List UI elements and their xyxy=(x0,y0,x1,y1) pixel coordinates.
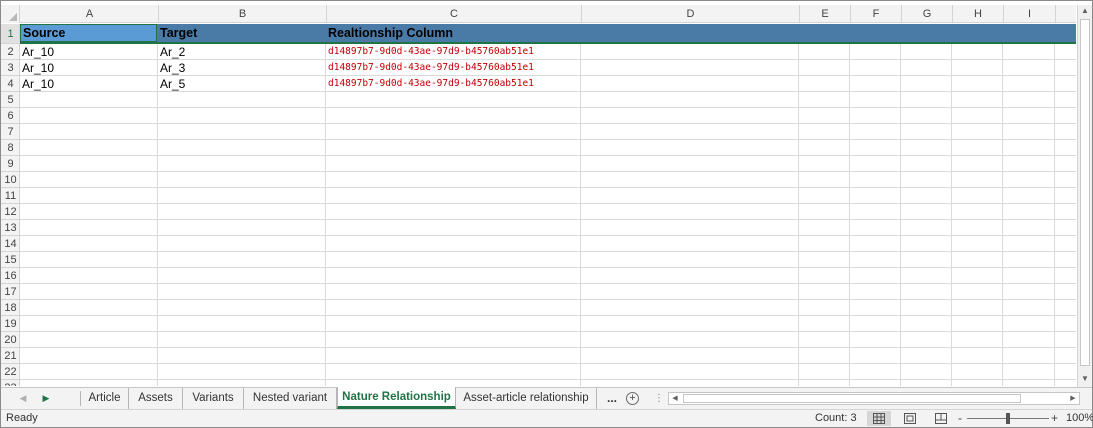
row-header-15[interactable]: 15 xyxy=(1,252,19,268)
cell-b4[interactable]: Ar_5 xyxy=(160,76,323,92)
cell-a2[interactable]: Ar_10 xyxy=(22,44,156,60)
cell-grid[interactable]: Source Target Realtionship Column Ar_10 … xyxy=(20,24,1076,386)
sheet-tab-bar: ◀ ▶ Article Assets Variants Nested varia… xyxy=(1,387,1092,409)
row-header-19[interactable]: 19 xyxy=(1,316,19,332)
row-header-23[interactable]: 23 xyxy=(1,380,19,386)
select-all-button[interactable] xyxy=(1,5,20,23)
column-header-h[interactable]: H xyxy=(953,5,1004,23)
cell-a1[interactable]: Source xyxy=(23,25,155,42)
row-header-10[interactable]: 10 xyxy=(1,172,19,188)
zoom-level[interactable]: 100% xyxy=(1066,410,1093,427)
column-header-f[interactable]: F xyxy=(851,5,902,23)
column-header-a[interactable]: A xyxy=(21,5,159,23)
triangle-up-icon[interactable]: ▲ xyxy=(1078,5,1092,17)
tab-nature-relationship[interactable]: Nature Relationship xyxy=(337,387,456,409)
row-header-7[interactable]: 7 xyxy=(1,124,19,140)
splitter-handle-icon[interactable]: ⋮ xyxy=(654,392,664,405)
zoom-slider-thumb[interactable] xyxy=(1006,413,1010,424)
row-header-6[interactable]: 6 xyxy=(1,108,19,124)
zoom-out-button[interactable]: - xyxy=(958,410,962,427)
cell-c3[interactable]: d14897b7-9d0d-43ae-97d9-b45760ab51e1 xyxy=(328,60,578,76)
column-header-e[interactable]: E xyxy=(800,5,851,23)
page-layout-icon[interactable] xyxy=(898,411,922,426)
row-header-2[interactable]: 2 xyxy=(1,44,19,60)
horizontal-scroll-thumb[interactable] xyxy=(683,394,1021,403)
cell-c1[interactable]: Realtionship Column xyxy=(328,25,578,42)
column-header-g[interactable]: G xyxy=(902,5,953,23)
row-header-4[interactable]: 4 xyxy=(1,76,19,92)
column-header-i[interactable]: I xyxy=(1004,5,1056,23)
row-header-18[interactable]: 18 xyxy=(1,300,19,316)
status-count: Count: 3 xyxy=(815,412,857,424)
status-bar: Ready Count: 3 - + 100% xyxy=(1,409,1093,427)
row-header-bar: 1 2 3 4 5 6 7 8 9 10 11 12 13 14 15 16 1… xyxy=(1,24,20,386)
row-header-3[interactable]: 3 xyxy=(1,60,19,76)
page-break-icon[interactable] xyxy=(929,411,953,426)
row-header-17[interactable]: 17 xyxy=(1,284,19,300)
cell-a4[interactable]: Ar_10 xyxy=(22,76,156,92)
cell-c2[interactable]: d14897b7-9d0d-43ae-97d9-b45760ab51e1 xyxy=(328,44,578,60)
column-header-d[interactable]: D xyxy=(582,5,800,23)
row-header-14[interactable]: 14 xyxy=(1,236,19,252)
cell-c4[interactable]: d14897b7-9d0d-43ae-97d9-b45760ab51e1 xyxy=(328,76,578,92)
row-header-11[interactable]: 11 xyxy=(1,188,19,204)
triangle-left-icon[interactable]: ◀ xyxy=(669,393,681,404)
row-header-9[interactable]: 9 xyxy=(1,156,19,172)
row-header-13[interactable]: 13 xyxy=(1,220,19,236)
triangle-down-icon[interactable]: ▼ xyxy=(1078,373,1092,385)
cell-b3[interactable]: Ar_3 xyxy=(160,60,323,76)
grid-view-icon[interactable] xyxy=(867,411,891,426)
column-header-c[interactable]: C xyxy=(327,5,582,23)
row-header-21[interactable]: 21 xyxy=(1,348,19,364)
cell-b1[interactable]: Target xyxy=(160,25,323,42)
tab-article[interactable]: Article xyxy=(81,388,129,409)
triangle-right-icon[interactable]: ▶ xyxy=(1067,393,1079,404)
horizontal-scrollbar[interactable]: ◀ ▶ xyxy=(668,392,1080,405)
tab-assets[interactable]: Assets xyxy=(129,388,183,409)
row-header-16[interactable]: 16 xyxy=(1,268,19,284)
tab-nested-variant[interactable]: Nested variant xyxy=(244,388,337,409)
vertical-scroll-thumb[interactable] xyxy=(1080,19,1090,366)
add-sheet-icon[interactable]: + xyxy=(626,392,639,405)
more-tabs-button[interactable]: ... xyxy=(607,388,617,409)
zoom-in-button[interactable]: + xyxy=(1051,410,1058,427)
row-header-22[interactable]: 22 xyxy=(1,364,19,380)
row-header-20[interactable]: 20 xyxy=(1,332,19,348)
row-header-12[interactable]: 12 xyxy=(1,204,19,220)
tab-variants[interactable]: Variants xyxy=(183,388,244,409)
vertical-scrollbar[interactable]: ▲ ▼ xyxy=(1077,5,1092,387)
cell-b2[interactable]: Ar_2 xyxy=(160,44,323,60)
cell-a3[interactable]: Ar_10 xyxy=(22,60,156,76)
row-header-1[interactable]: 1 xyxy=(1,24,19,44)
row-header-8[interactable]: 8 xyxy=(1,140,19,156)
tab-asset-article-relationship[interactable]: Asset-article relationship xyxy=(456,388,597,409)
column-header-bar: A B C D E F G H I xyxy=(1,5,1076,23)
triangle-left-icon[interactable]: ◀ xyxy=(15,388,31,409)
status-ready: Ready xyxy=(6,412,38,424)
triangle-right-icon[interactable]: ▶ xyxy=(38,388,54,409)
column-header-b[interactable]: B xyxy=(159,5,327,23)
row-header-5[interactable]: 5 xyxy=(1,92,19,108)
